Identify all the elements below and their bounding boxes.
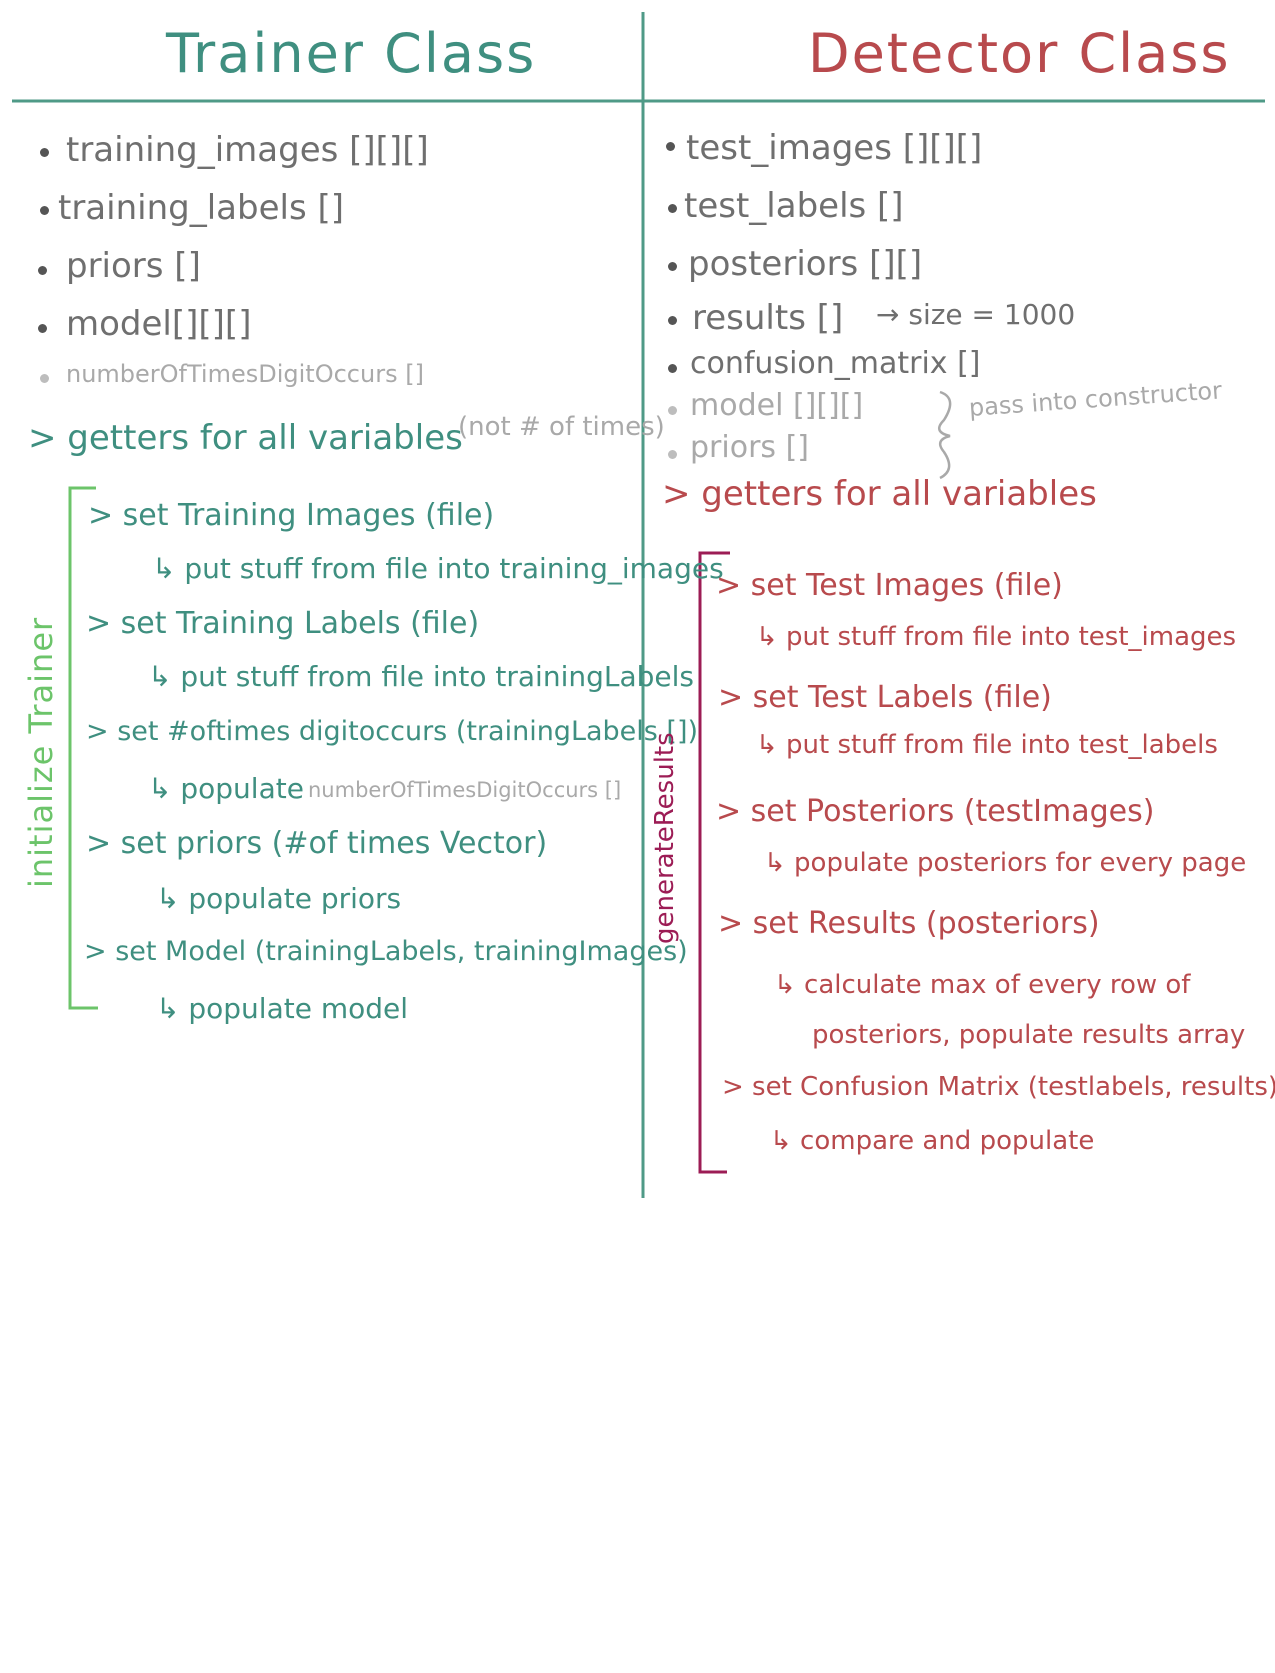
detector-title: Detector Class xyxy=(808,22,1231,85)
detector-method-desc: ↳ populate posteriors for every page xyxy=(764,848,1247,878)
trainer-method-name: > set Model (trainingLabels, trainingIma… xyxy=(84,936,688,967)
detector-method-name: > set Test Images (file) xyxy=(716,568,1063,603)
trainer-var-training-images: training_images [][][] xyxy=(66,130,429,170)
detector-var-confusion-matrix: confusion_matrix [] xyxy=(690,346,981,381)
trainer-title: Trainer Class xyxy=(166,22,537,85)
trainer-var-priors: priors [] xyxy=(66,246,201,286)
detector-method-desc: ↳ put stuff from file into test_labels xyxy=(756,730,1218,760)
trainer-getters: > getters for all variables xyxy=(28,418,463,458)
trainer-method-name: > set #oftimes digitoccurs (trainingLabe… xyxy=(86,716,699,747)
detector-method-desc: ↳ calculate max of every row of xyxy=(774,970,1191,1000)
detector-method-desc: posteriors, populate results array xyxy=(812,1020,1246,1050)
detector-var-model: model [][][] xyxy=(690,388,864,423)
detector-var-posteriors: posteriors [][] xyxy=(688,244,923,284)
trainer-bracket-label: initialize Trainer xyxy=(22,616,60,888)
detector-method-desc: ↳ put stuff from file into test_images xyxy=(756,622,1237,652)
detector-method-name: > set Confusion Matrix (testlabels, resu… xyxy=(722,1072,1275,1102)
detector-var-test-labels: test_labels [] xyxy=(684,186,904,226)
trainer-bracket xyxy=(68,486,98,1010)
trainer-method-desc: ↳ populate priors xyxy=(156,882,402,915)
trainer-method-name: > set priors (#of times Vector) xyxy=(86,826,548,861)
bullet xyxy=(40,148,49,157)
bullet xyxy=(668,406,677,415)
bullet xyxy=(668,316,677,325)
detector-method-name: > set Test Labels (file) xyxy=(718,680,1052,715)
bullet xyxy=(668,364,677,373)
trainer-method-name: > set Training Labels (file) xyxy=(86,606,480,641)
constructor-brace xyxy=(937,390,952,480)
bullet xyxy=(668,450,677,459)
detector-method-desc: ↳ compare and populate xyxy=(770,1126,1095,1156)
bullet xyxy=(666,142,675,151)
bullet xyxy=(40,374,49,383)
detector-var-test-images: test_images [][][] xyxy=(686,128,983,168)
bullet xyxy=(668,262,677,271)
trainer-method-desc: ↳ put stuff from file into training_imag… xyxy=(152,552,724,585)
detector-var-results: results [] xyxy=(692,298,844,338)
detector-results-note: → size = 1000 xyxy=(876,298,1076,331)
trainer-var-training-labels: training_labels [] xyxy=(58,188,344,228)
trainer-var-model: model[][][] xyxy=(66,304,252,344)
detector-method-name: > set Results (posteriors) xyxy=(718,906,1100,941)
trainer-method-desc: ↳ put stuff from file into trainingLabel… xyxy=(148,660,694,693)
bullet xyxy=(38,324,47,333)
detector-bracket-label: generateResults xyxy=(650,732,680,944)
detector-var-priors: priors [] xyxy=(690,430,809,465)
trainer-method-name: > set Training Images (file) xyxy=(88,498,495,533)
trainer-var-digit-occurs: numberOfTimesDigitOccurs [] xyxy=(66,360,424,388)
trainer-method-desc: ↳ populate model xyxy=(156,992,409,1025)
bullet xyxy=(40,206,49,215)
detector-method-name: > set Posteriors (testImages) xyxy=(716,794,1155,829)
bullet xyxy=(38,266,47,275)
trainer-method-desc-extra: numberOfTimesDigitOccurs [] xyxy=(308,778,622,802)
bullet xyxy=(668,204,677,213)
trainer-getters-note: (not # of times) xyxy=(458,412,665,442)
trainer-method-desc: ↳ populate xyxy=(148,772,304,805)
detector-getters: > getters for all variables xyxy=(662,474,1097,514)
